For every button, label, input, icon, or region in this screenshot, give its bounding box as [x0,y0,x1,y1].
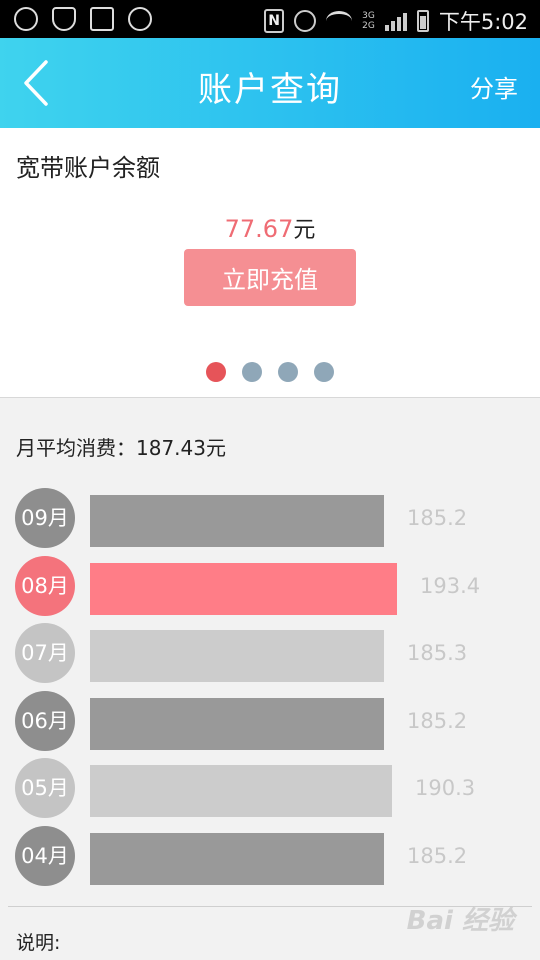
recharge-button[interactable]: 立即充值 [184,249,356,306]
wifi-icon [326,11,353,31]
monthly-average: 月平均消费：187.43元 [16,436,226,460]
month-badge: 09月 [15,488,75,548]
consumption-value: 185.3 [407,641,468,665]
battery-icon [416,10,429,32]
month-row[interactable]: 09月 185.2 [0,488,540,550]
consumption-value: 185.2 [407,843,468,868]
page-dot-1[interactable] [206,362,226,382]
month-badge: 07月 [15,623,75,683]
month-badge: 04月 [15,825,75,886]
image-notification-icon [90,7,114,31]
app-notification-icon [128,7,152,31]
month-row[interactable]: 07月 185.3 [0,623,540,685]
month-badge: 05月 [15,758,75,818]
page-dot-2[interactable] [242,362,262,382]
consumption-bar [90,630,384,682]
page-indicator [0,362,540,382]
notification-icons [14,7,152,31]
consumption-bar [90,697,384,750]
balance-amount: 77.67元 [0,212,540,244]
month-row[interactable]: 05月 190.3 [0,758,540,820]
consumption-bar [90,495,384,547]
consumption-value: 185.2 [407,506,468,530]
note-heading: 说明: [16,932,61,954]
balance-card: 宽带账户余额 77.67元 立即充值 [0,128,540,398]
network-type-top: 3G [362,11,375,21]
month-row[interactable]: 06月 185.2 [0,690,540,753]
status-bar: N 3G 2G 下午5:02 [0,0,540,38]
status-time: 下午5:02 [438,10,528,34]
system-icons: N 3G 2G 下午5:02 [264,6,528,36]
network-type: 3G 2G [362,11,375,31]
monthly-consumption-chart: 09月 185.2 08月 193.4 07月 185.3 06月 185.2 05月 190.3… [0,488,540,888]
share-button[interactable]: 分享 [470,69,518,104]
month-row[interactable]: 04月 185.2 [0,825,540,888]
consumption-value: 190.3 [415,776,476,800]
balance-unit: 元 [293,218,316,243]
watermark-logo: Bai 经验 [406,906,514,936]
search-notification-icon [14,7,38,31]
consumption-value: 193.4 [420,573,481,598]
page-dot-4[interactable] [314,362,334,382]
consumption-bar [90,765,392,817]
consumption-bar [90,832,384,885]
month-badge: 08月 [15,555,75,616]
nfc-icon: N [264,9,285,33]
alarm-icon [294,10,317,32]
consumption-bar [90,562,397,615]
signal-icon [384,11,407,31]
month-badge: 06月 [15,690,75,751]
consumption-value: 185.2 [407,708,468,733]
page-dot-3[interactable] [278,362,298,382]
balance-value: 77.67 [224,215,294,243]
network-type-bottom: 2G [362,21,375,31]
month-row[interactable]: 08月 193.4 [0,555,540,618]
app-header: 账户查询 分享 [0,38,540,128]
shield-notification-icon [52,7,76,31]
page-title: 账户查询 [198,70,342,110]
balance-title: 宽带账户余额 [16,154,160,182]
